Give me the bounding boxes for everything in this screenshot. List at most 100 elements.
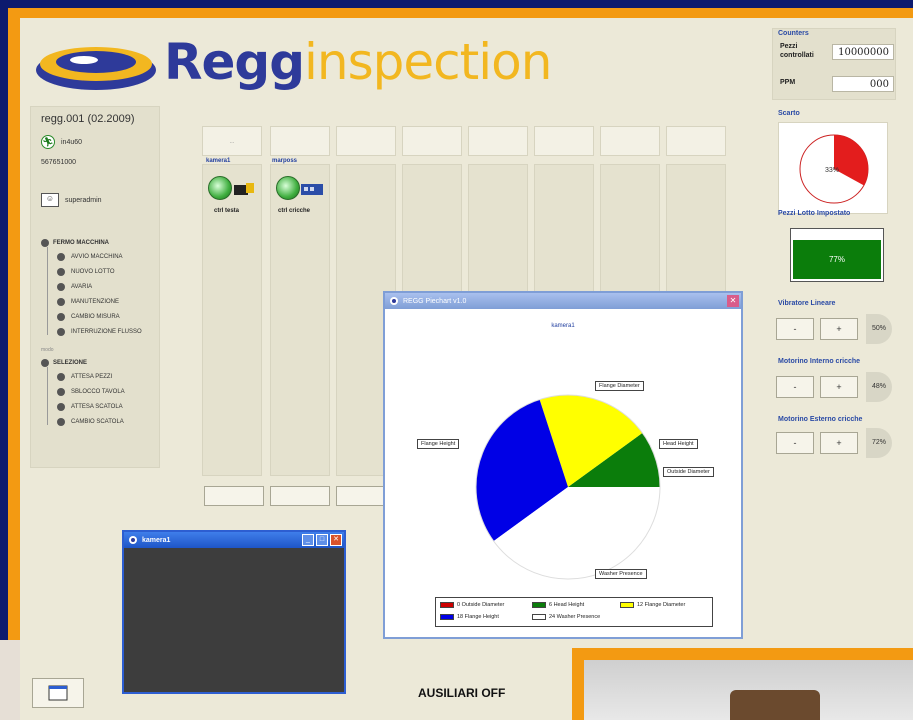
piechart-window[interactable]: REGG Piechart v1.0 ✕ kamera1 Flange Diam… [383,291,743,639]
legend-item: 18 Flange Height [440,614,499,620]
logo-text: Regginspection [164,32,552,92]
logo-text-light: inspection [304,33,552,91]
app-icon [390,297,398,305]
scarto-pct: 33% [825,167,839,174]
column-header[interactable] [666,126,726,156]
camera-label: marposs [272,158,298,164]
tree-item[interactable]: AVARIA [57,283,92,291]
column-header[interactable] [270,126,330,156]
piechart-titlebar[interactable]: REGG Piechart v1.0 [385,293,741,309]
user-row[interactable]: ☺ superadmin [41,193,102,207]
column-header[interactable] [336,126,396,156]
column-header[interactable] [468,126,528,156]
sensor-icon [301,184,323,195]
device-name: ctrl cricche [278,208,311,214]
tree-item-label: ATTESA SCATOLA [71,404,123,410]
vibratore-title: Vibratore Lineare [778,300,836,307]
motorino-est-title: Motorino Esterno cricche [778,416,863,423]
window-icon [48,685,68,701]
minimize-icon[interactable]: _ [302,534,314,546]
legend-item: 0 Outside Diameter [440,602,504,608]
vibratore-gauge: 50% [866,314,892,344]
pezzi-label: Pezzi controllati [780,43,814,59]
ppm-label: PPM [780,79,796,86]
machine-code: 567651000 [41,159,77,166]
user-icon: ☺ [41,193,59,207]
status-dot-icon [57,373,65,381]
status-dot-icon [57,388,65,396]
pezzi-value: 10000000 [832,44,894,60]
tree-item[interactable]: MANUTENZIONE [57,298,119,306]
column-header[interactable] [600,126,660,156]
close-icon[interactable]: ✕ [330,534,342,546]
background-photo [0,640,20,720]
tree-item[interactable]: AVVIO MACCHINA [57,253,123,261]
tree-item-label: INTERRUZIONE FLUSSO [71,329,142,335]
motorino-est-minus-button[interactable]: - [776,432,814,454]
tree-item-label: SBLOCCO TAVOLA [71,389,125,395]
vibratore-minus-button[interactable]: - [776,318,814,340]
tree-item-label: AVVIO MACCHINA [71,254,123,260]
mode-note: modo [41,347,54,353]
tree-item-label: NUOVO LOTTO [71,269,115,275]
legend-label: 24 Washer Presence [549,614,601,620]
left-panel: regg.001 (02.2009) 🏃︎ in4u60 567651000 ☺… [30,106,160,468]
machine-id: regg.001 (02.2009) [41,113,135,125]
callout-flange-height: Flange Height [417,439,460,449]
status-dot-icon [57,268,65,276]
tree-item[interactable]: CAMBIO MISURA [57,313,120,321]
legend-swatch [620,602,634,608]
auxiliary-status: AUSILIARI OFF [418,686,506,700]
status-dot-icon [57,298,65,306]
camera-label: kamera1 [206,158,231,164]
lotto-title: Pezzi Lotto Impostato [778,210,851,217]
vibratore-plus-button[interactable]: + [820,318,858,340]
tree-item-label: ATTESA PEZZI [71,374,113,380]
status-dot-icon [57,283,65,291]
motorino-int-title: Motorino Interno cricche [778,358,861,365]
camera-icon [234,183,254,195]
maximize-icon[interactable]: □ [316,534,328,546]
camera-window-title: kamera1 [142,536,171,544]
tree-item[interactable]: ATTESA PEZZI [57,373,112,381]
motorino-est-gauge: 72% [866,428,892,458]
column-header[interactable] [534,126,594,156]
piechart-title: REGG Piechart v1.0 [403,297,467,305]
state-group-2: SELEZIONE [41,359,87,367]
tree-item[interactable]: INTERRUZIONE FLUSSO [57,328,142,336]
tree-item[interactable]: ATTESA SCATOLA [57,403,123,411]
window-toggle-button[interactable] [32,678,84,708]
tree-item[interactable]: NUOVO LOTTO [57,268,115,276]
callout-outside-diameter: Outside Diameter [663,467,714,477]
column-header[interactable] [402,126,462,156]
callout-head-height: Head Height [659,439,698,449]
motorino-est-plus-button[interactable]: + [820,432,858,454]
status-dot-icon [57,403,65,411]
legend-swatch [532,602,546,608]
scarto-pie: 33% [778,122,888,214]
motorino-int-minus-button[interactable]: - [776,376,814,398]
legend-label: 12 Flange Diameter [637,602,686,608]
state-group-1: FERMO MACCHINA [41,239,109,247]
status-led-icon[interactable] [276,176,300,200]
station-button[interactable] [204,486,264,506]
tree-item[interactable]: CAMBIO SCATOLA [57,418,124,426]
run-status-label: in4u60 [61,138,83,146]
runner-icon: 🏃︎ [41,135,55,149]
state-group-2-title: SELEZIONE [53,360,88,366]
legend-item: 6 Head Height [532,602,584,608]
tree-line [47,367,48,425]
column-header[interactable]: ... [202,126,262,156]
station-button[interactable] [270,486,330,506]
device-name: ctrl testa [214,208,240,214]
machine-part-image [730,690,820,720]
status-dot-icon [57,418,65,426]
close-icon[interactable]: ✕ [727,295,739,307]
motorino-int-plus-button[interactable]: + [820,376,858,398]
camera-window[interactable]: kamera1 _ □ ✕ [122,530,346,694]
status-led-icon[interactable] [208,176,232,200]
user-label: superadmin [65,196,102,204]
legend-label: 18 Flange Height [457,614,499,620]
legend-item: 24 Washer Presence [532,614,600,620]
tree-item[interactable]: SBLOCCO TAVOLA [57,388,125,396]
